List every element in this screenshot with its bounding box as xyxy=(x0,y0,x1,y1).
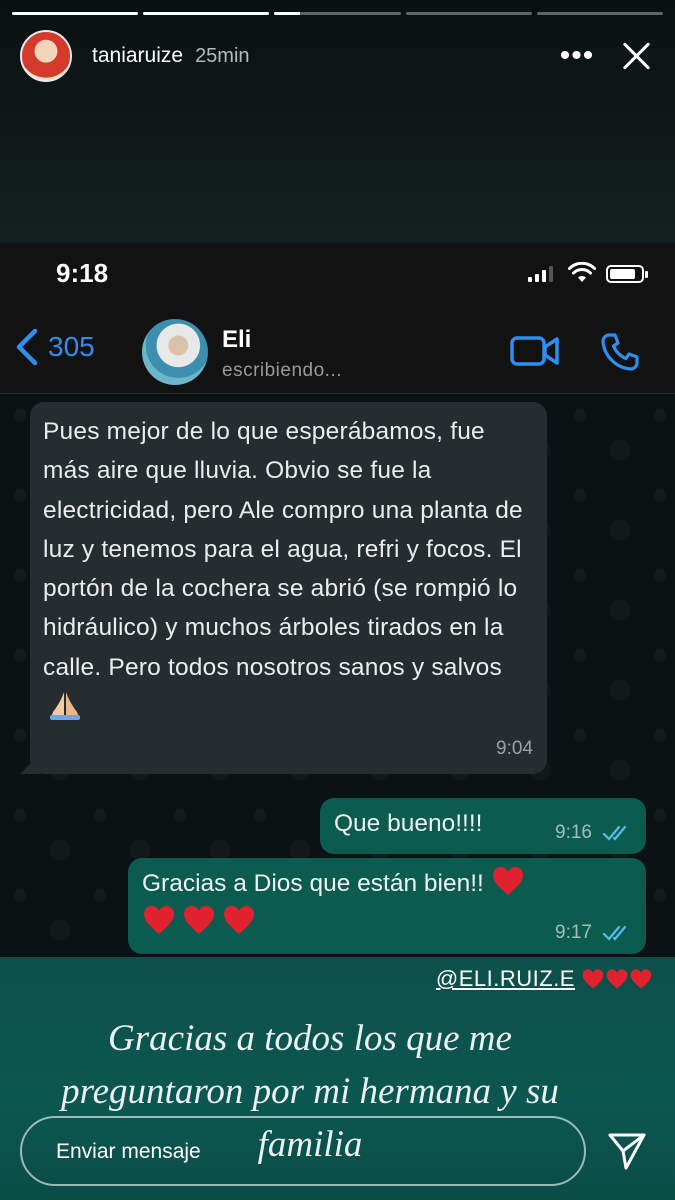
folded-hands-icon xyxy=(47,690,83,721)
contact-typing-status: escribiendo... xyxy=(222,360,343,381)
back-button[interactable]: 305 xyxy=(14,328,95,366)
progress-segment xyxy=(12,12,139,15)
red-heart-icon xyxy=(222,904,256,936)
story-user-avatar[interactable] xyxy=(20,30,72,82)
message-text: Que bueno!!!! xyxy=(334,810,483,837)
unread-count: 305 xyxy=(48,331,95,362)
red-heart-icon xyxy=(142,904,176,936)
contact-name[interactable]: Eli xyxy=(222,326,251,354)
double-check-read-icon xyxy=(602,825,627,841)
chat-thread: Pues mejor de lo que esperábamos, fue má… xyxy=(0,395,675,957)
red-heart-icon xyxy=(629,968,653,990)
story-progress xyxy=(12,12,664,15)
outgoing-message-bubble[interactable]: Gracias a Dios que están bien!! 9:17 xyxy=(128,858,646,954)
mention-sticker[interactable]: @ELI.RUIZ.E xyxy=(436,966,653,992)
send-paper-plane-icon[interactable] xyxy=(606,1130,648,1172)
message-time: 9:04 xyxy=(496,738,533,759)
story-header: taniaruize 25min ••• xyxy=(20,28,655,84)
contact-avatar[interactable] xyxy=(142,319,208,385)
story-time-ago: 25min xyxy=(195,44,250,67)
message-time: 9:17 xyxy=(555,922,592,943)
video-call-icon[interactable] xyxy=(510,334,560,368)
status-clock: 9:18 xyxy=(56,258,109,288)
story-username[interactable]: taniaruize xyxy=(92,44,183,68)
chevron-left-icon xyxy=(16,328,38,366)
incoming-message-bubble[interactable]: Pues mejor de lo que esperábamos, fue má… xyxy=(30,402,547,774)
send-message-input[interactable]: Enviar mensaje xyxy=(20,1116,586,1186)
ios-status-bar: 9:18 xyxy=(0,244,675,304)
outgoing-message-bubble[interactable]: Que bueno!!!! 9:16 xyxy=(320,798,646,854)
whatsapp-screenshot: 9:18 305 Eli escribiendo... Pues mejor d… xyxy=(0,244,675,957)
double-check-read-icon xyxy=(602,925,627,941)
hearts-group xyxy=(581,968,653,990)
send-message-placeholder: Enviar mensaje xyxy=(56,1140,201,1163)
progress-segment xyxy=(143,12,270,15)
message-text: Pues mejor de lo que esperábamos, fue má… xyxy=(43,412,533,726)
progress-segment xyxy=(536,12,664,15)
more-dots-icon[interactable]: ••• xyxy=(557,41,597,71)
red-heart-icon xyxy=(491,865,525,897)
message-time: 9:16 xyxy=(555,822,592,843)
wifi-icon xyxy=(568,262,596,282)
chat-header: 305 Eli escribiendo... xyxy=(0,304,675,394)
red-heart-icon xyxy=(182,904,216,936)
user-mention[interactable]: @ELI.RUIZ.E xyxy=(436,966,575,992)
progress-segment xyxy=(405,12,532,15)
progress-segment xyxy=(274,12,401,15)
battery-icon xyxy=(606,265,648,283)
cellular-signal-icon xyxy=(528,266,553,282)
phone-call-icon[interactable] xyxy=(600,332,640,372)
red-heart-icon xyxy=(605,968,629,990)
red-heart-icon xyxy=(581,968,605,990)
close-icon[interactable] xyxy=(619,38,655,74)
